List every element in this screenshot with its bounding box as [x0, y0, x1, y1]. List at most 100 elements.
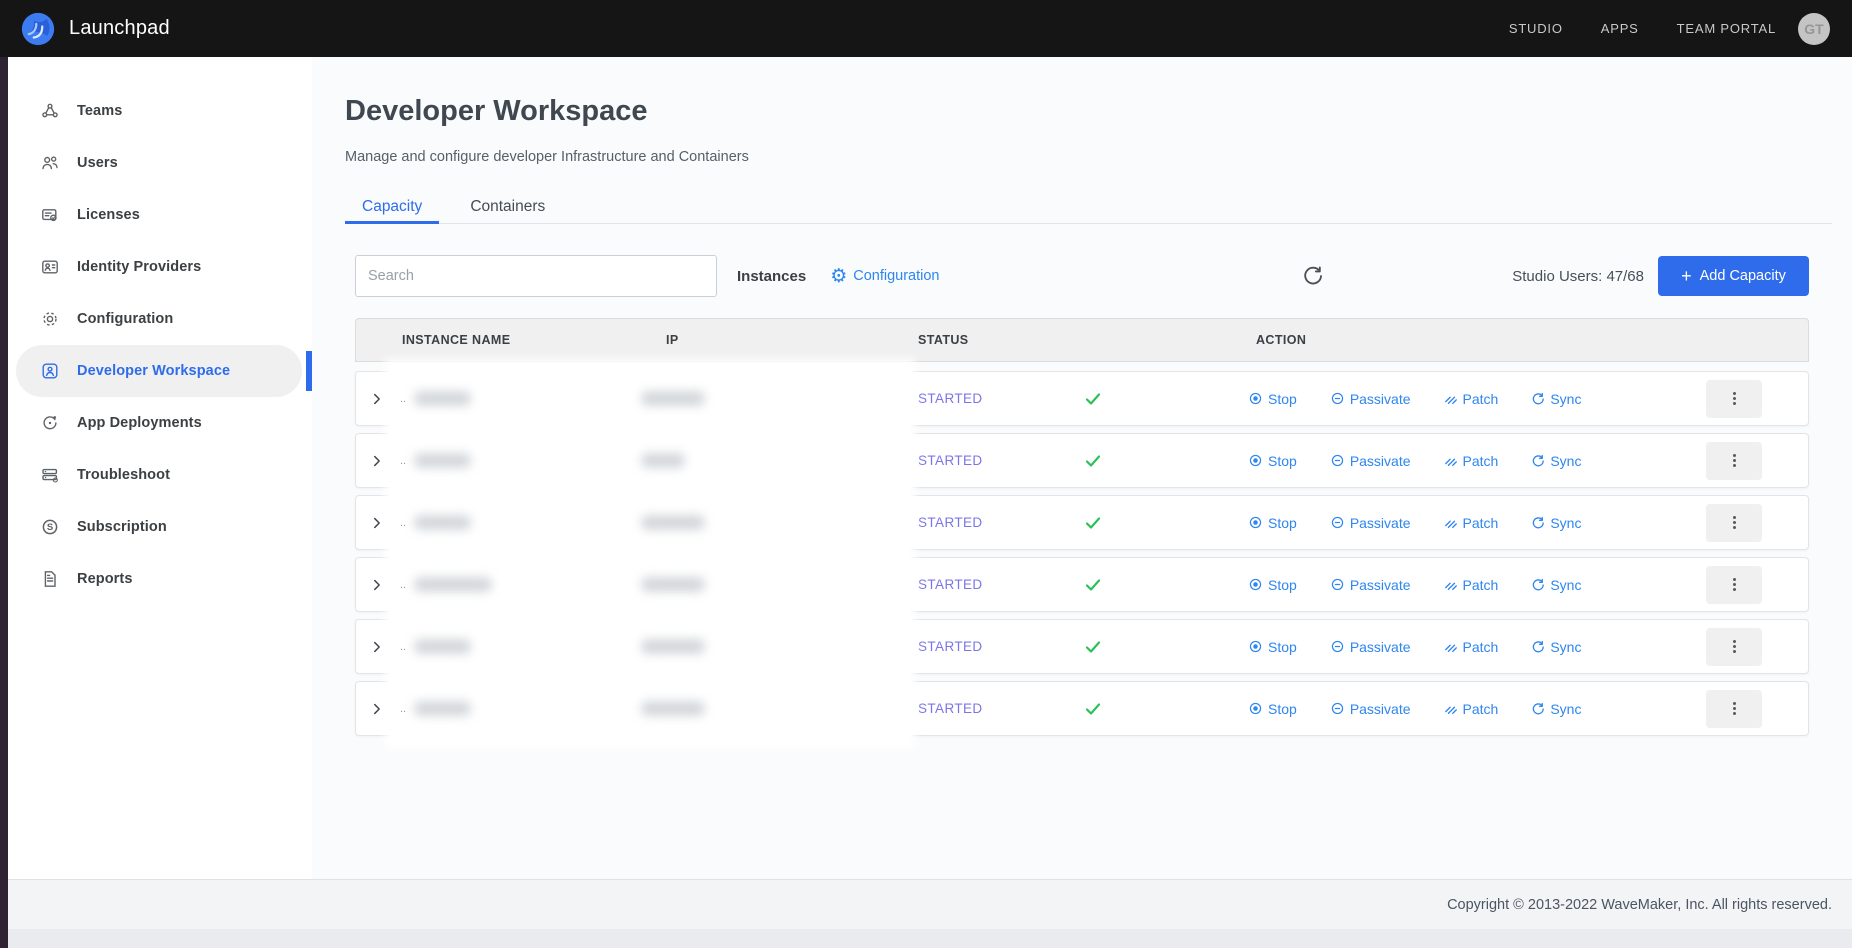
passivate-action-label: Passivate [1350, 701, 1411, 717]
sidebar-item-troubleshoot[interactable]: Troubleshoot [16, 449, 302, 501]
add-capacity-button[interactable]: Add Capacity [1658, 256, 1809, 296]
top-nav: STUDIO APPS TEAM PORTAL [1509, 21, 1776, 36]
copyright-text: Copyright © 2013-2022 WaveMaker, Inc. Al… [1447, 897, 1832, 913]
kebab-icon [1733, 645, 1736, 648]
patch-action[interactable]: Patch [1444, 577, 1499, 593]
patch-action-label: Patch [1463, 701, 1499, 717]
column-header-ip: IP [616, 333, 906, 347]
passivate-action[interactable]: Passivate [1330, 391, 1411, 407]
stop-action-label: Stop [1268, 391, 1297, 407]
sidebar-item-label: Subscription [77, 519, 167, 535]
instances-label: Instances [737, 268, 806, 285]
status-text: STARTED [906, 639, 1076, 654]
patch-action[interactable]: Patch [1444, 453, 1499, 469]
passivate-action[interactable]: Passivate [1330, 515, 1411, 531]
stop-action[interactable]: Stop [1248, 515, 1297, 531]
passivate-action[interactable]: Passivate [1330, 453, 1411, 469]
redacted-name-blob [414, 453, 471, 468]
row-menu-button[interactable] [1706, 690, 1762, 728]
sync-action[interactable]: Sync [1531, 391, 1581, 407]
redacted-name-blob [414, 515, 471, 530]
sync-action[interactable]: Sync [1531, 577, 1581, 593]
redacted-text-fragment: .. [398, 455, 406, 467]
patch-action-label: Patch [1463, 639, 1499, 655]
row-menu-button[interactable] [1706, 566, 1762, 604]
row-menu-button[interactable] [1706, 380, 1762, 418]
patch-action-label: Patch [1463, 391, 1499, 407]
sync-action-label: Sync [1550, 701, 1581, 717]
patch-action[interactable]: Patch [1444, 639, 1499, 655]
nav-studio[interactable]: STUDIO [1509, 21, 1563, 36]
stop-action[interactable]: Stop [1248, 391, 1297, 407]
passivate-icon [1330, 515, 1345, 530]
patch-action[interactable]: Patch [1444, 391, 1499, 407]
sidebar-item-licenses[interactable]: Licenses [16, 189, 302, 241]
passivate-action[interactable]: Passivate [1330, 701, 1411, 717]
sidebar-item-app-deployments[interactable]: App Deployments [16, 397, 302, 449]
sidebar-item-teams[interactable]: Teams [16, 85, 302, 137]
sync-action[interactable]: Sync [1531, 515, 1581, 531]
document-icon [40, 569, 60, 589]
row-menu-button[interactable] [1706, 628, 1762, 666]
status-ok-check-icon [1076, 452, 1236, 470]
kebab-icon [1733, 707, 1736, 710]
row-actions: Stop Passivate [1236, 577, 1706, 593]
stop-action[interactable]: Stop [1248, 701, 1297, 717]
sync-action[interactable]: Sync [1531, 639, 1581, 655]
sync-action-label: Sync [1550, 453, 1581, 469]
stop-action[interactable]: Stop [1248, 453, 1297, 469]
configuration-link[interactable]: Configuration [830, 267, 939, 286]
stop-action-label: Stop [1268, 639, 1297, 655]
sidebar-item-label: Reports [77, 571, 133, 587]
patch-icon [1444, 392, 1458, 406]
sidebar-item-reports[interactable]: Reports [16, 553, 302, 605]
sidebar-item-label: Users [77, 155, 118, 171]
tab-containers[interactable]: Containers [453, 196, 562, 224]
passivate-action[interactable]: Passivate [1330, 577, 1411, 593]
app-window: Launchpad STUDIO APPS TEAM PORTAL GT Tea… [0, 0, 1852, 948]
left-edge-strip [0, 57, 8, 948]
passivate-icon [1330, 391, 1345, 406]
status-ok-check-icon [1076, 514, 1236, 532]
patch-action[interactable]: Patch [1444, 701, 1499, 717]
sidebar-item-subscription[interactable]: S Subscription [16, 501, 302, 553]
patch-icon [1444, 578, 1458, 592]
sync-action-label: Sync [1550, 391, 1581, 407]
sidebar-item-configuration[interactable]: Configuration [16, 293, 302, 345]
sync-icon [1531, 578, 1545, 592]
row-actions: Stop Passivate [1236, 391, 1706, 407]
sidebar-item-identity-providers[interactable]: Identity Providers [16, 241, 302, 293]
stop-icon [1248, 639, 1263, 654]
top-header-bar: Launchpad STUDIO APPS TEAM PORTAL GT [0, 0, 1852, 57]
row-menu [1706, 380, 1808, 418]
sidebar-item-label: Configuration [77, 311, 173, 327]
passivate-action-label: Passivate [1350, 639, 1411, 655]
instance-name-redacted: .. [398, 701, 616, 716]
column-header-action: ACTION [1236, 333, 1706, 347]
tab-capacity[interactable]: Capacity [345, 196, 439, 224]
refresh-icon[interactable] [1302, 265, 1324, 287]
row-menu-button[interactable] [1706, 504, 1762, 542]
launchpad-logo-icon[interactable] [21, 12, 55, 46]
sidebar-item-developer-workspace[interactable]: Developer Workspace [16, 345, 302, 397]
sync-action[interactable]: Sync [1531, 453, 1581, 469]
nav-team-portal[interactable]: TEAM PORTAL [1677, 21, 1776, 36]
instance-name-redacted: .. [398, 577, 616, 592]
passivate-action-label: Passivate [1350, 453, 1411, 469]
row-menu-button[interactable] [1706, 442, 1762, 480]
user-avatar[interactable]: GT [1798, 13, 1830, 45]
instance-name-redacted: .. [398, 453, 616, 468]
status-text: STARTED [906, 391, 1076, 406]
sync-action[interactable]: Sync [1531, 701, 1581, 717]
search-input[interactable] [355, 255, 717, 297]
stop-action[interactable]: Stop [1248, 639, 1297, 655]
sidebar-item-users[interactable]: Users [16, 137, 302, 189]
redacted-ip-blob [641, 391, 705, 406]
sync-icon [1531, 392, 1545, 406]
studio-users-count: Studio Users: 47/68 [1512, 268, 1644, 285]
users-icon [40, 153, 60, 173]
patch-action[interactable]: Patch [1444, 515, 1499, 531]
nav-apps[interactable]: APPS [1601, 21, 1639, 36]
passivate-action[interactable]: Passivate [1330, 639, 1411, 655]
stop-action[interactable]: Stop [1248, 577, 1297, 593]
